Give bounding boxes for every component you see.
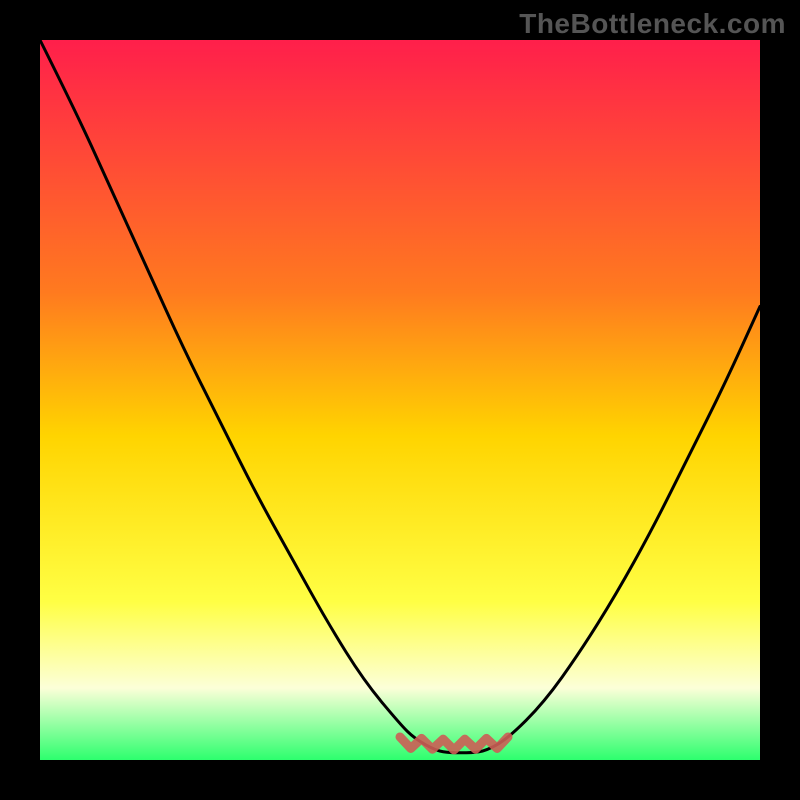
plot-area xyxy=(40,40,760,760)
bottleneck-chart xyxy=(0,0,800,800)
chart-stage: TheBottleneck.com xyxy=(0,0,800,800)
watermark-text: TheBottleneck.com xyxy=(519,8,786,40)
